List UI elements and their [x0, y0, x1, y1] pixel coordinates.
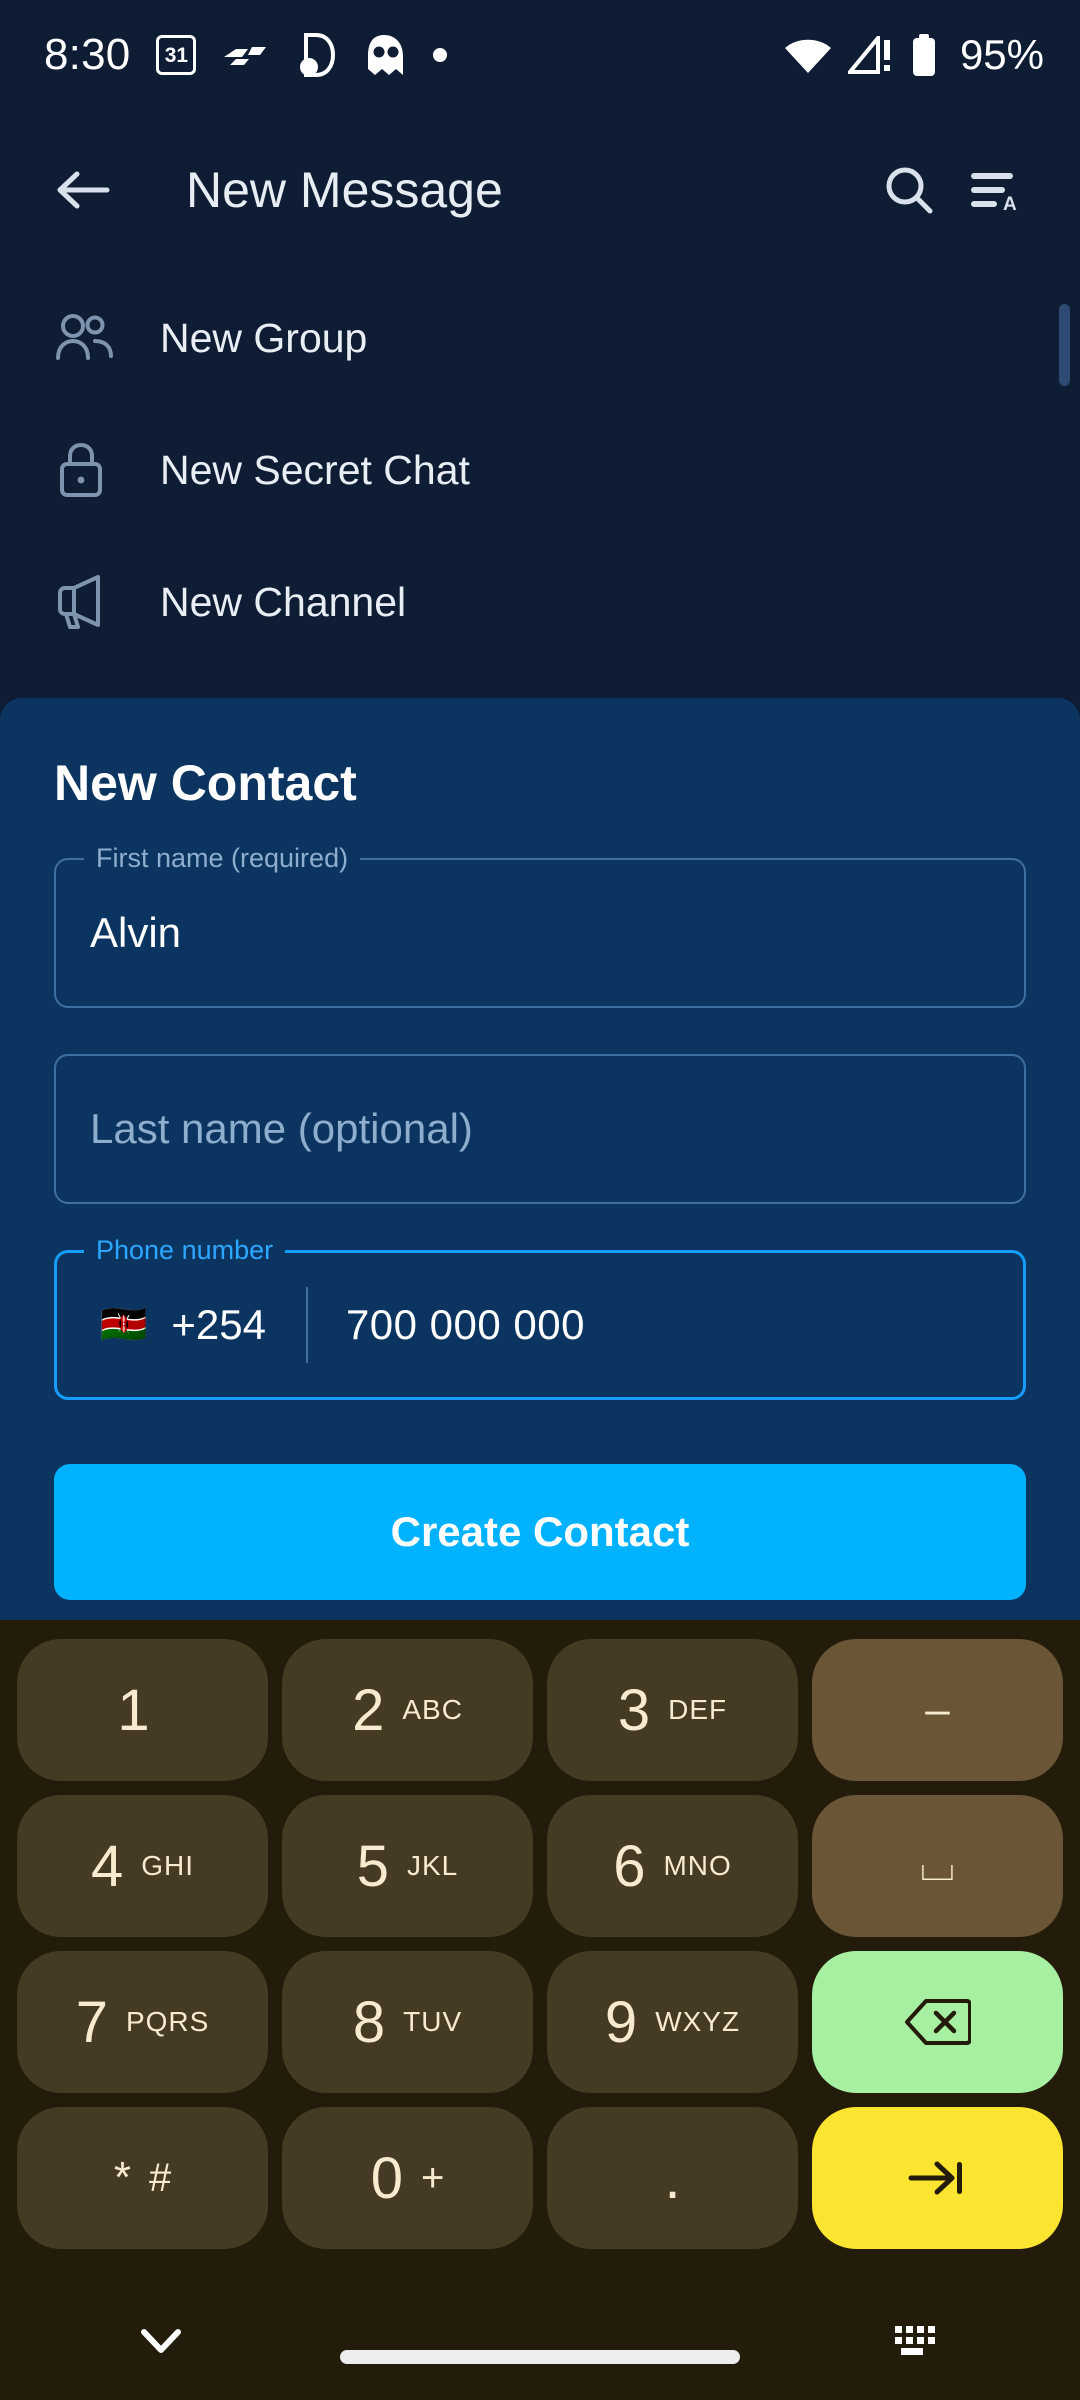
country-flag-icon[interactable]: 🇰🇪 [100, 1306, 147, 1344]
key-0[interactable]: 0 + [282, 2107, 533, 2249]
key-symbol: – [925, 1685, 950, 1734]
key-digit: 0 [370, 2145, 403, 2211]
key-3[interactable]: 3 DEF [547, 1639, 798, 1781]
first-name-field[interactable]: First name (required) Alvin [54, 841, 1026, 1008]
list-item-new-group[interactable]: New Group [0, 272, 1080, 404]
key-symbol: ⌴ [919, 1841, 956, 1890]
key-digit: 1 [117, 1677, 150, 1743]
keyboard-row: 4 GHI 5 JKL 6 MNO ⌴ [10, 1790, 1070, 1942]
list-item-label: New Channel [160, 578, 407, 625]
key-4[interactable]: 4 GHI [17, 1795, 268, 1937]
create-contact-button[interactable]: Create Contact [54, 1464, 1026, 1600]
list-item-new-channel[interactable]: New Channel [0, 536, 1080, 668]
dialog-title: New Contact [54, 755, 357, 811]
keyboard-row: 7 PQRS 8 TUV 9 WXYZ [10, 1946, 1070, 2098]
key-letters: DEF [668, 1694, 728, 1725]
lock-icon [54, 441, 128, 499]
period-key[interactable]: . [547, 2107, 798, 2249]
home-indicator[interactable] [340, 2350, 740, 2364]
search-button[interactable] [866, 147, 952, 233]
key-digit: 8 [352, 1989, 386, 2055]
people-icon [54, 312, 128, 364]
status-bar-left: 8:30 31 [44, 30, 448, 80]
app-bar: New Message A [0, 110, 1080, 270]
phone-screen: 8:30 31 95% New Message A New Group New … [0, 0, 1080, 2400]
key-7[interactable]: 7 PQRS [17, 1951, 268, 2093]
wifi-icon [784, 36, 832, 74]
battery-icon [910, 34, 938, 76]
first-name-label: First name (required) [84, 841, 361, 875]
dot-icon [432, 47, 448, 63]
first-name-value: Alvin [90, 909, 182, 956]
keyboard-rows: 1 2 ABC 3 DEF – 4 GHI 5 JKL 6 MNO ⌴ 7 PQ… [0, 1620, 1080, 2254]
list-item-label: New Group [160, 314, 368, 361]
keyboard-row: * # 0 + . [10, 2102, 1070, 2254]
key-digit: 7 [75, 1989, 108, 2055]
back-button[interactable] [40, 147, 126, 233]
key-letters: GHI [141, 1850, 195, 1881]
key-5[interactable]: 5 JKL [282, 1795, 533, 1937]
key-9[interactable]: 9 WXYZ [547, 1951, 798, 2093]
key-1[interactable]: 1 [17, 1639, 268, 1781]
first-name-field-outline [54, 858, 1026, 1008]
navigation-bar [0, 2282, 1080, 2400]
new-contact-dialog: New Contact First name (required) Alvin … [0, 698, 1080, 1620]
key-digit: 6 [613, 1833, 646, 1899]
list-item-new-secret-chat[interactable]: New Secret Chat [0, 404, 1080, 536]
chevron-down-icon[interactable] [140, 2328, 182, 2354]
key-6[interactable]: 6 MNO [547, 1795, 798, 1937]
key-8[interactable]: 8 TUV [282, 1951, 533, 2093]
f1-logo-icon [222, 42, 268, 68]
page-title: New Message [186, 162, 503, 218]
list-item-label: New Secret Chat [160, 446, 470, 493]
cellular-no-service-icon [847, 36, 894, 74]
country-code-value[interactable]: +254 [171, 1301, 266, 1349]
key-letters: MNO [663, 1850, 732, 1881]
battery-percent-label: 95% [959, 31, 1044, 78]
status-clock: 8:30 [44, 30, 131, 79]
key-digit: 9 [604, 1989, 638, 2055]
megaphone-icon [54, 573, 128, 631]
status-bar-right: 95% [784, 31, 1044, 79]
backspace-key[interactable] [812, 1951, 1063, 2093]
key-2[interactable]: 2 ABC [282, 1639, 533, 1781]
hyphen-key[interactable]: – [812, 1639, 1063, 1781]
phone-number-field[interactable]: Phone number 🇰🇪 +254 700 000 000 [54, 1233, 1026, 1400]
key-letters: JKL [407, 1850, 459, 1881]
backspace-icon [904, 1998, 971, 2046]
ghost-app-icon [362, 32, 406, 78]
key-letters: + [420, 2155, 445, 2200]
key-digit: 2 [352, 1677, 385, 1743]
phone-number-value[interactable]: 700 000 000 [346, 1301, 585, 1349]
key-digit: . [664, 2145, 681, 2211]
phone-number-inner: 🇰🇪 +254 700 000 000 [54, 1250, 1026, 1400]
status-bar: 8:30 31 95% [0, 0, 1080, 110]
vertical-scrollbar[interactable] [1059, 304, 1070, 386]
calendar-31-icon: 31 [156, 35, 197, 75]
svg-text:A: A [1003, 194, 1017, 213]
app-notification-icon [294, 32, 336, 78]
star-hash-key[interactable]: * # [17, 2107, 268, 2249]
key-digit: * [113, 2153, 131, 2202]
key-digit: 3 [617, 1677, 651, 1743]
last-name-placeholder: Last name (optional) [90, 1105, 473, 1152]
space-key[interactable]: ⌴ [812, 1795, 1063, 1937]
key-digit: 5 [356, 1833, 389, 1899]
new-message-options-list: New Group New Secret Chat New Channel [0, 272, 1080, 676]
sort-by-name-button[interactable]: A [952, 147, 1038, 233]
last-name-field[interactable]: Last name (optional) [54, 1054, 1026, 1204]
key-digit: 4 [90, 1833, 124, 1899]
key-letters: TUV [403, 2006, 463, 2037]
numeric-keyboard: 1 2 ABC 3 DEF – 4 GHI 5 JKL 6 MNO ⌴ 7 PQ… [0, 1620, 1080, 2400]
key-letters: PQRS [125, 2006, 210, 2037]
keyboard-row: 1 2 ABC 3 DEF – [10, 1634, 1070, 1786]
tab-next-icon [907, 2156, 969, 2200]
key-letters: ABC [402, 1694, 463, 1725]
calendar-day-number: 31 [164, 43, 189, 67]
key-letters: WXYZ [655, 2006, 741, 2037]
phone-divider [305, 1287, 308, 1363]
next-field-key[interactable] [812, 2107, 1063, 2249]
keyboard-switch-icon[interactable] [892, 2323, 940, 2359]
key-letters: # [148, 2155, 172, 2200]
